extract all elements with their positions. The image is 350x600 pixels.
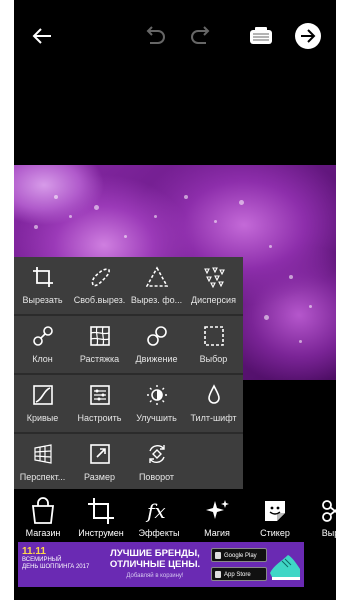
dispersion-icon xyxy=(204,267,225,288)
shop-bag-icon xyxy=(31,497,55,524)
tool-label: Вырез. фо... xyxy=(130,295,183,305)
clone-icon xyxy=(33,326,53,346)
tool-label: Движение xyxy=(135,354,178,364)
ad-banner[interactable]: 11.11 ВСЕМИРНЫЙ ДЕНЬ ШОППИНГА 2017 ЛУЧШИ… xyxy=(18,542,304,587)
tool-label: Улучшить xyxy=(136,413,177,423)
crop-tool-icon xyxy=(88,498,114,524)
shape-crop-icon xyxy=(146,266,168,287)
tool-motion[interactable]: Движение xyxy=(128,316,185,372)
sticker-icon xyxy=(265,501,285,521)
bottom-item-label: Магазин xyxy=(25,528,61,538)
magic-sparkle-icon xyxy=(206,500,229,519)
top-toolbar xyxy=(14,0,336,72)
adjust-icon xyxy=(90,385,110,405)
undo-button[interactable] xyxy=(138,20,170,52)
motion-icon xyxy=(147,326,167,346)
bottom-item-label: Стикер xyxy=(260,528,290,538)
svg-text:fx: fx xyxy=(145,499,166,523)
bottom-item-sticker[interactable]: Стикер xyxy=(246,492,304,540)
tools-row-3: Кривые Настроить Улучшить Тилт-шифт xyxy=(14,375,243,431)
undo-icon xyxy=(146,26,165,44)
redo-button[interactable] xyxy=(186,20,218,52)
bottom-item-effects[interactable]: fx Эффекты xyxy=(130,492,188,540)
bottom-item-cutout[interactable]: Выре xyxy=(304,492,336,540)
gift-box-icon xyxy=(250,27,272,44)
ad-subline: Добавляй в корзину! xyxy=(126,573,184,579)
sneaker-image-icon xyxy=(270,555,300,580)
freecrop-icon xyxy=(91,268,110,287)
bottom-item-magic[interactable]: Магия xyxy=(188,492,246,540)
google-play-button[interactable]: Google Play xyxy=(211,548,267,562)
tools-row-4: Перспект... Размер Поворот xyxy=(14,434,243,490)
ad-badge-line2: ДЕНЬ ШОППИНГА 2017 xyxy=(22,564,90,570)
ad-headline: ЛУЧШИЕ БРЕНДЫ, ОТЛИЧНЫЕ ЦЕНЫ. xyxy=(109,548,201,570)
tools-row-2: Клон Растяжка Движение Выбор xyxy=(14,316,243,372)
tools-panel: Вырезать Своб.вырез. Вырез. фо... Диспер… xyxy=(14,257,243,489)
tool-stretch[interactable]: Растяжка xyxy=(71,316,128,372)
curves-icon xyxy=(33,385,53,405)
resize-icon xyxy=(90,444,110,464)
tool-clone[interactable]: Клон xyxy=(14,316,71,372)
tool-label: Настроить xyxy=(77,413,122,423)
app-store-button[interactable]: App Store xyxy=(211,567,267,581)
tool-curves[interactable]: Кривые xyxy=(14,375,71,431)
tools-row-1: Вырезать Своб.вырез. Вырез. фо... Диспер… xyxy=(14,257,243,313)
next-button[interactable] xyxy=(292,20,324,52)
arrow-left-icon xyxy=(32,28,51,44)
tool-dispersion[interactable]: Дисперсия xyxy=(185,257,242,313)
tool-label: Растяжка xyxy=(79,354,120,364)
tool-resize[interactable]: Размер xyxy=(71,434,128,490)
crop-icon xyxy=(33,267,53,287)
rotate-icon xyxy=(149,445,165,463)
fx-icon: fx xyxy=(145,499,166,523)
tool-tilt-shift[interactable]: Тилт-шифт xyxy=(185,375,242,431)
tool-selection[interactable]: Выбор xyxy=(185,316,242,372)
tool-label: Размер xyxy=(84,472,115,482)
stretch-icon xyxy=(90,326,110,346)
tool-crop[interactable]: Вырезать xyxy=(14,257,71,313)
bottom-item-label: Выре xyxy=(321,528,336,538)
tool-label: Перспект... xyxy=(19,472,66,482)
ad-badge-date: 11.11 xyxy=(22,546,46,557)
tool-free-crop[interactable]: Своб.вырез. xyxy=(71,257,128,313)
selection-icon xyxy=(204,326,224,346)
bottom-item-tools[interactable]: Инструмен xyxy=(72,492,130,540)
tool-label: Кривые xyxy=(26,413,59,423)
tool-label: Дисперсия xyxy=(191,295,236,305)
tool-label: Выбор xyxy=(199,354,228,364)
ad-badge: 11.11 ВСЕМИРНЫЙ ДЕНЬ ШОППИНГА 2017 xyxy=(22,546,96,582)
tool-rotate[interactable]: Поворот xyxy=(128,434,185,490)
tool-label: Клон xyxy=(32,354,53,364)
tool-adjust[interactable]: Настроить xyxy=(71,375,128,431)
arrow-right-circle-icon xyxy=(295,23,321,49)
cutout-icon xyxy=(322,500,336,522)
save-button[interactable] xyxy=(245,20,277,52)
phone-screen: Вырезать Своб.вырез. Вырез. фо... Диспер… xyxy=(14,0,336,600)
redo-icon xyxy=(191,26,210,44)
tool-label: Вырезать xyxy=(22,295,63,305)
tool-shape-crop[interactable]: Вырез. фо... xyxy=(128,257,185,313)
tool-label: Своб.вырез. xyxy=(73,295,126,305)
tiltshift-icon xyxy=(208,384,220,404)
bottom-toolbar: Магазин Инструмен fx Эффекты Магия Стике… xyxy=(14,492,336,540)
ad-badge-line1: ВСЕМИРНЫЙ xyxy=(22,557,62,563)
perspective-icon xyxy=(34,444,52,464)
bottom-item-label: Эффекты xyxy=(138,528,180,538)
tool-label: Поворот xyxy=(138,472,175,482)
back-button[interactable] xyxy=(26,20,58,52)
tool-enhance[interactable]: Улучшить xyxy=(128,375,185,431)
tool-perspective[interactable]: Перспект... xyxy=(14,434,71,490)
enhance-icon xyxy=(147,385,167,405)
bottom-item-label: Магия xyxy=(204,528,230,538)
tool-label: Тилт-шифт xyxy=(190,413,237,423)
bottom-item-label: Инструмен xyxy=(78,528,124,538)
bottom-item-shop[interactable]: Магазин xyxy=(14,492,72,540)
